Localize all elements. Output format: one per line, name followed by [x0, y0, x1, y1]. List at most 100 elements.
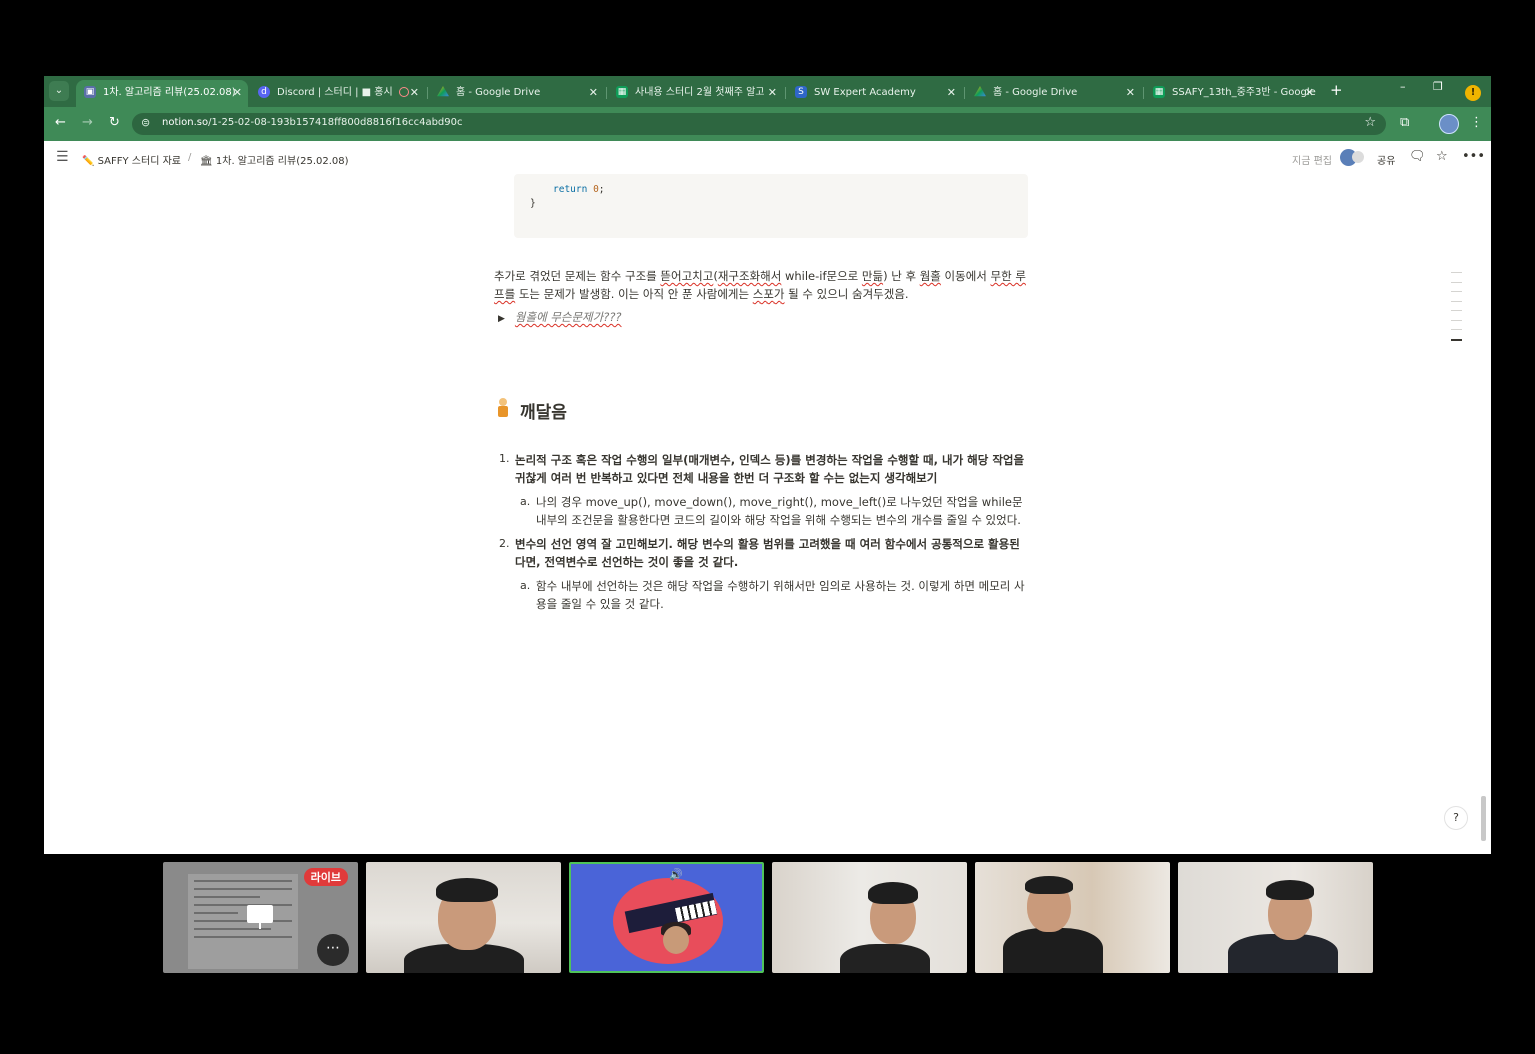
list-item-text[interactable]: 변수의 선언 영역 잘 고민해보기. 해당 변수의 활용 범위를 고려했을 때 … [515, 535, 1030, 571]
profile-avatar[interactable] [1439, 114, 1459, 134]
breadcrumb-separator: / [188, 152, 192, 163]
text-run: 이동에서 [940, 269, 991, 283]
back-arrow-icon[interactable]: ← [55, 115, 66, 130]
bank-icon: 🏛 [200, 156, 213, 167]
list-number: 2. [499, 537, 510, 550]
toggle-arrow-icon[interactable]: ▶ [498, 314, 505, 324]
text-run: while-if문으로 [781, 269, 862, 283]
video-tile-screenshare[interactable]: 라이브 ⋯ [163, 862, 358, 973]
minimize-button[interactable]: – [1400, 80, 1406, 93]
scrollbar[interactable] [1481, 796, 1486, 841]
breadcrumb-label: SAFFY 스터디 자료 [97, 156, 181, 167]
close-icon[interactable]: ✕ [1126, 80, 1135, 105]
breadcrumb-label: 1차. 알고리즘 리뷰(25.02.08) [215, 156, 349, 167]
browser-window: ⌄ ▣ 1차. 알고리즘 리뷰(25.02.08) ✕ d Discord | … [44, 76, 1491, 854]
list-subitem-text[interactable]: 함수 내부에 선언하는 것은 해당 작업을 수행하기 위해서만 임의로 사용하는… [536, 577, 1028, 613]
code-keyword: return [553, 184, 588, 195]
pencil-icon: ✏️ [82, 156, 95, 167]
text-run: 웜홀 [919, 269, 941, 283]
site-info-icon[interactable]: ⊜ [141, 116, 150, 129]
text-run: 될 수 있으니 숨겨두겠음. [784, 287, 909, 301]
tab-study-sheet[interactable]: ▦ 사내용 스터디 2월 첫째주 알고 ✕ [608, 80, 783, 107]
tab-title: 사내용 스터디 2월 첫째주 알고 [635, 87, 765, 98]
volume-icon: 🔊 [669, 868, 683, 881]
tab-swea[interactable]: S SW Expert Academy ✕ [787, 80, 962, 107]
page-outline[interactable] [1451, 272, 1463, 349]
live-badge: 라이브 [303, 868, 348, 886]
code-closing-brace: } [530, 198, 536, 209]
comments-icon[interactable]: 🗨 [1409, 149, 1426, 164]
list-item-text[interactable]: 논리적 구조 혹은 작업 수행의 일부(매개변수, 인덱스 등)를 변경하는 작… [515, 451, 1030, 487]
video-tile-participant-3[interactable] [772, 862, 967, 973]
breadcrumb-item-study[interactable]: ✏️ SAFFY 스터디 자료 [82, 152, 181, 167]
text-run: 뜯어고치고 [660, 269, 714, 283]
code-punct: ; [598, 184, 605, 195]
collaborator-avatar-2[interactable] [1352, 151, 1364, 163]
close-icon[interactable]: ✕ [410, 80, 419, 105]
close-icon[interactable]: ✕ [768, 80, 777, 105]
participant-face [663, 926, 689, 954]
list-number: 1. [499, 452, 510, 465]
issue-paragraph[interactable]: 추가로 겪었던 문제는 함수 구조를 뜯어고치고(재구조화해서 while-if… [494, 267, 1034, 303]
tab-title: Discord | 스터디 | [277, 87, 362, 98]
screen-share-icon [247, 905, 273, 923]
code-block[interactable]: return 0; } [514, 174, 1028, 238]
tab-notion[interactable]: ▣ 1차. 알고리즘 리뷰(25.02.08) ✕ [76, 80, 248, 107]
person-emoji-icon [496, 398, 510, 418]
close-icon[interactable]: ✕ [1305, 80, 1314, 105]
help-icon[interactable]: ? [1444, 806, 1468, 830]
favorite-star-icon[interactable]: ☆ [1436, 149, 1448, 164]
video-tile-participant-4[interactable] [975, 862, 1170, 973]
list-sub-letter: a. [520, 579, 531, 592]
notion-topbar: ☰ ✏️ SAFFY 스터디 자료 / 🏛 1차. 알고리즘 리뷰(25.02.… [44, 141, 1491, 175]
breadcrumb-item-page[interactable]: 🏛 1차. 알고리즘 리뷰(25.02.08) [200, 152, 349, 167]
tab-title: 홈 - Google Drive [456, 87, 541, 98]
discord-icon: d [258, 86, 270, 98]
reload-icon[interactable]: ↻ [109, 115, 120, 130]
list-sub-letter: a. [520, 495, 531, 508]
google-sheets-icon: ▦ [1153, 86, 1165, 98]
tab-discord[interactable]: d Discord | 스터디 | ■ 홍시 ✕ [250, 80, 425, 107]
text-run: 만듦 [861, 269, 884, 283]
restore-button[interactable]: ❐ [1433, 80, 1443, 93]
list-subitem-text[interactable]: 나의 경우 move_up(), move_down(), move_right… [536, 493, 1028, 529]
tab-title: SW Expert Academy [814, 87, 916, 98]
tab-google-drive[interactable]: 홈 - Google Drive ✕ [429, 80, 604, 107]
close-icon[interactable]: ✕ [233, 80, 242, 105]
profile-alert-icon[interactable]: ! [1465, 85, 1481, 101]
close-icon[interactable]: ✕ [589, 80, 598, 105]
address-bar[interactable]: ⊜ notion.so/1-25-02-08-193b157418ff800d8… [132, 113, 1386, 135]
google-drive-icon [437, 86, 449, 97]
edited-status: 지금 편집 [1292, 156, 1332, 167]
video-tile-participant-5[interactable] [1178, 862, 1373, 973]
sidebar-menu-icon[interactable]: ☰ [56, 149, 69, 165]
browser-toolbar: ← → ↻ ⊜ notion.so/1-25-02-08-193b157418f… [44, 107, 1491, 141]
tab-title: 1차. 알고리즘 리뷰(25.02.08) [103, 87, 236, 98]
swea-icon: S [795, 86, 807, 98]
tab-ssafy-sheet[interactable]: ▦ SSAFY_13th_중주3반 - Google ✕ [1145, 80, 1320, 107]
google-drive-icon [974, 86, 986, 97]
tab-search-button[interactable]: ⌄ [49, 81, 69, 101]
forward-arrow-icon[interactable]: → [82, 115, 93, 130]
tab-google-drive-2[interactable]: 홈 - Google Drive ✕ [966, 80, 1141, 107]
bookmark-star-icon[interactable]: ☆ [1364, 115, 1376, 130]
shared-screen-thumbnail [188, 874, 298, 969]
extensions-puzzle-icon[interactable]: ⧉ [1400, 115, 1409, 130]
video-tile-participant-2[interactable]: 🔊 [569, 862, 764, 973]
close-icon[interactable]: ✕ [947, 80, 956, 105]
google-sheets-icon: ▦ [616, 86, 628, 98]
notion-icon: ▣ [84, 86, 96, 98]
more-options-icon[interactable]: ••• [1462, 149, 1485, 164]
more-options-button[interactable]: ⋯ [317, 934, 349, 966]
tab-title: 홈 - Google Drive [993, 87, 1078, 98]
text-run: ) 난 후 [883, 269, 920, 283]
browser-menu-icon[interactable]: ⋮ [1470, 115, 1483, 130]
video-tile-participant-1[interactable] [366, 862, 561, 973]
text-run: 추가로 겪었던 문제는 함수 구조를 [494, 269, 661, 283]
new-tab-button[interactable]: + [1330, 81, 1343, 99]
toggle-block[interactable]: ▶ 웜홀에 무슨문제가??? [498, 309, 622, 325]
recording-icon [398, 87, 409, 97]
share-button[interactable]: 공유 [1377, 152, 1395, 167]
text-run: 스포가 [752, 287, 785, 301]
url-host: notion.so [162, 117, 209, 128]
